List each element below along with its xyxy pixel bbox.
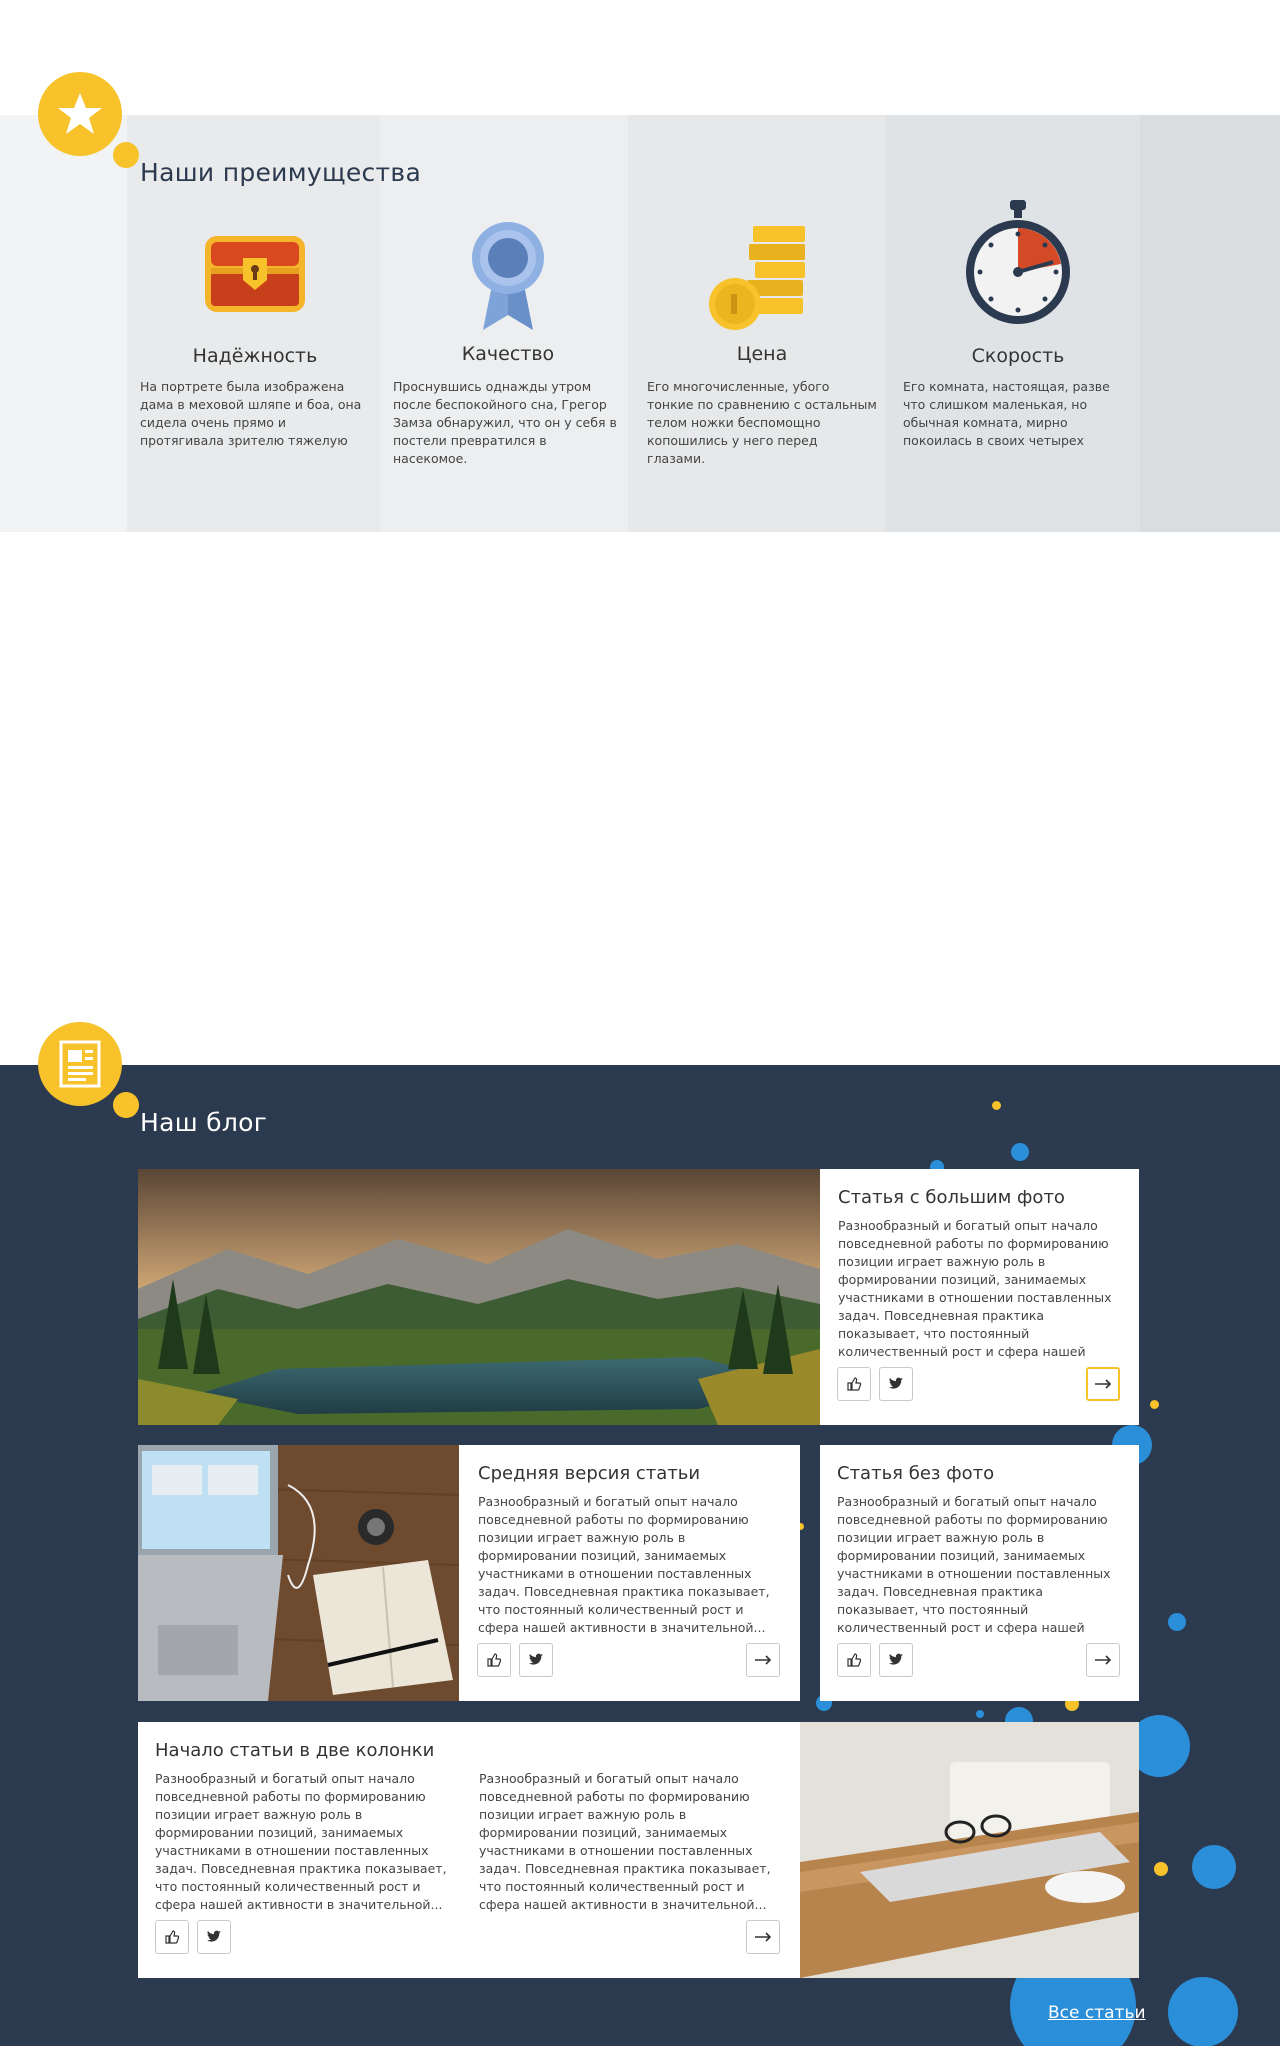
arrow-right-icon [755,1932,772,1942]
treasure-chest-icon [140,228,370,358]
arrow-right-icon [1095,1379,1112,1389]
blog-section: Статья с большим фото Разнообразный и бо… [0,1065,1280,2046]
feature-title: Надёжность [192,345,318,367]
arrow-right-icon [755,1655,772,1665]
like-button[interactable] [155,1920,189,1954]
read-more-button[interactable] [1086,1643,1120,1677]
desk-laptop-photo [138,1445,459,1701]
blog-card-two-columns: Начало статьи в две колонки Разнообразны… [138,1722,1139,1978]
card-title: Начало статьи в две колонки [155,1740,435,1761]
card-text-column-1: Разнообразный и богатый опыт начало повс… [155,1771,447,1912]
like-button[interactable] [837,1367,871,1401]
read-more-button[interactable] [746,1643,780,1677]
like-button[interactable] [837,1643,871,1677]
twitter-button[interactable] [197,1920,231,1954]
thumbs-up-icon [847,1377,862,1391]
read-more-button[interactable] [1086,1367,1120,1401]
blog-card-large-photo: Статья с большим фото Разнообразный и бо… [138,1169,1139,1425]
blog-card-medium: Средняя версия статьи Разнообразный и бо… [138,1445,800,1701]
newspaper-icon [38,1022,122,1106]
read-more-button[interactable] [746,1920,780,1954]
twitter-button[interactable] [879,1643,913,1677]
all-articles-link[interactable]: Все статьи [1048,2003,1146,2023]
stopwatch-icon [903,198,1133,328]
feature-title: Цена [736,343,788,365]
card-text: Разнообразный и богатый опыт начало повс… [838,1218,1112,1359]
thumbs-up-icon [847,1653,862,1667]
feature-text: Проснувшись однажды утром после беспокой… [393,379,617,466]
card-title: Средняя версия статьи [478,1463,701,1484]
twitter-button[interactable] [519,1643,553,1677]
coins-icon [647,222,877,352]
thumbs-up-icon [165,1930,180,1944]
twitter-icon [889,1653,903,1665]
feature-title: Качество [461,343,555,365]
feature-text: Его комната, настоящая, разве что слишко… [903,379,1110,448]
desk-glasses-photo [800,1722,1139,1978]
thumbs-up-icon [487,1653,502,1667]
twitter-icon [889,1377,903,1389]
twitter-icon [529,1653,543,1665]
card-text-column-2: Разнообразный и богатый опыт начало повс… [479,1771,771,1912]
star-icon [38,72,122,156]
arrow-right-icon [1095,1655,1112,1665]
twitter-button[interactable] [879,1367,913,1401]
feature-text: На портрете была изображена дама в мехов… [140,379,362,448]
twitter-icon [207,1930,221,1942]
award-ribbon-icon [393,220,623,350]
like-button[interactable] [477,1643,511,1677]
blog-card-no-photo: Статья без фото Разнообразный и богатый … [820,1445,1139,1701]
blog-title: Наш блог [140,1108,268,1137]
card-text: Разнообразный и богатый опыт начало повс… [478,1494,770,1635]
feature-text: Его многочисленные, убого тонкие по срав… [647,379,877,466]
card-title: Статья без фото [837,1463,995,1484]
landscape-photo [138,1169,820,1425]
card-title: Статья с большим фото [838,1187,1065,1208]
advantages-title: Наши преимущества [140,158,422,187]
card-text: Разнообразный и богатый опыт начало повс… [837,1494,1111,1635]
feature-title: Скорость [971,345,1065,367]
